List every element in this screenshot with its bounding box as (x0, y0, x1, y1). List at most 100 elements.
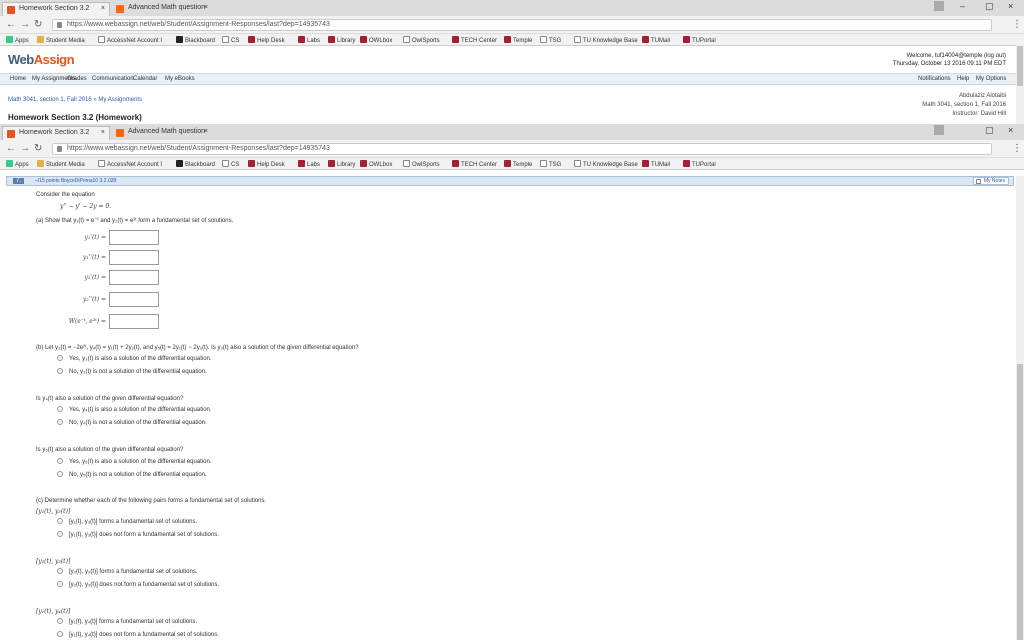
close-tab-icon[interactable]: × (101, 5, 105, 12)
menu-item-5[interactable]: My eBooks (165, 76, 195, 82)
bookmark-7[interactable]: Library (328, 36, 355, 44)
bookmark-5[interactable]: Help Desk (248, 160, 285, 168)
bookmark-11[interactable]: Temple (504, 36, 532, 44)
bookmark-11[interactable]: Temple (504, 160, 532, 168)
bookmark-7[interactable]: Library (328, 160, 355, 168)
radio-icon[interactable] (57, 518, 63, 524)
bookmark-12[interactable]: TSG (540, 36, 561, 44)
reload-icon[interactable]: ↻ (34, 19, 42, 30)
pair2-option-1[interactable]: [y₁(t), y₄(t)] does not form a fundament… (57, 631, 219, 638)
radio-icon[interactable] (57, 419, 63, 425)
pair0-option-1[interactable]: [y₁(t), y₃(t)] does not form a fundament… (57, 531, 219, 538)
profile-icon[interactable] (934, 125, 944, 135)
y4-option-0[interactable]: Yes, y₄(t) is also a solution of the dif… (57, 406, 212, 413)
bookmark-10[interactable]: TECH Center (452, 36, 497, 44)
pair0-option-0[interactable]: [y₁(t), y₃(t)] forms a fundamental set o… (57, 518, 197, 525)
radio-icon[interactable] (57, 458, 63, 464)
bookmark-9[interactable]: OwlSports (403, 36, 440, 44)
radio-icon[interactable] (57, 618, 63, 624)
menu-icon[interactable]: ⋮ (1012, 143, 1022, 154)
answer-input-2[interactable] (109, 270, 159, 285)
answer-input-4[interactable] (109, 314, 159, 329)
close-window-icon[interactable]: × (1008, 125, 1013, 135)
radio-icon[interactable] (57, 581, 63, 587)
my-notes-button[interactable]: My Notes (972, 177, 1009, 185)
address-bar[interactable]: https://www.webassign.net/web/Student/As… (52, 143, 992, 155)
reload-icon[interactable]: ↻ (34, 143, 42, 154)
pair1-option-1[interactable]: [y₂(t), y₃(t)] does not form a fundament… (57, 581, 219, 588)
bookmark-8[interactable]: OWLbox (360, 36, 392, 44)
answer-input-0[interactable] (109, 230, 159, 245)
bookmark-6[interactable]: Labs (298, 160, 320, 168)
address-bar[interactable]: https://www.webassign.net/web/Student/As… (52, 19, 992, 31)
welcome-line[interactable]: Welcome, tuf14004@temple (log out) (893, 52, 1006, 60)
menu-item-4[interactable]: Calendar (133, 76, 157, 82)
bookmark-5[interactable]: Help Desk (248, 36, 285, 44)
close-tab-icon[interactable]: × (204, 4, 208, 11)
bookmark-1[interactable]: Student Media (37, 36, 85, 44)
minimize-icon[interactable]: – (960, 1, 965, 11)
y5-option-0[interactable]: Yes, y₅(t) is also a solution of the dif… (57, 458, 212, 465)
bookmark-10[interactable]: TECH Center (452, 160, 497, 168)
maximize-icon[interactable]: ▢ (985, 125, 994, 136)
tab-homework[interactable]: Homework Section 3.2 × (2, 126, 110, 140)
bookmark-15[interactable]: TUPortal (683, 36, 716, 44)
bookmark-0[interactable]: Apps (6, 160, 29, 168)
back-icon[interactable]: ← (6, 143, 16, 154)
bookmark-3[interactable]: Blackboard (176, 160, 215, 168)
menu-right-item-1[interactable]: Help (957, 76, 969, 82)
forward-icon[interactable]: → (20, 19, 30, 30)
outer-scroll-thumb[interactable] (1017, 46, 1023, 86)
pair1-option-0[interactable]: [y₂(t), y₃(t)] forms a fundamental set o… (57, 568, 197, 575)
radio-icon[interactable] (57, 368, 63, 374)
y3-option-1[interactable]: No, y₃(t) is not a solution of the diffe… (57, 368, 207, 375)
breadcrumb-assignments[interactable]: My Assignments (98, 97, 142, 103)
bookmark-2[interactable]: AccessNet Account I (98, 36, 162, 44)
bookmark-13[interactable]: TU Knowledge Base (574, 160, 638, 168)
tab-advanced-math[interactable]: Advanced Math question × (112, 2, 212, 16)
menu-item-0[interactable]: Home (10, 76, 26, 82)
scroll-thumb[interactable] (1017, 364, 1023, 640)
bookmark-6[interactable]: Labs (298, 36, 320, 44)
bookmark-12[interactable]: TSG (540, 160, 561, 168)
profile-icon[interactable] (934, 1, 944, 11)
bookmark-14[interactable]: TUMail (642, 36, 670, 44)
bookmark-4[interactable]: CS (222, 160, 239, 168)
bookmark-13[interactable]: TU Knowledge Base (574, 36, 638, 44)
bookmark-3[interactable]: Blackboard (176, 36, 215, 44)
radio-icon[interactable] (57, 568, 63, 574)
tab-homework[interactable]: Homework Section 3.2 × (2, 2, 110, 16)
bookmark-0[interactable]: Apps (6, 36, 29, 44)
menu-item-3[interactable]: Communication (92, 76, 134, 82)
radio-icon[interactable] (57, 471, 63, 477)
y3-option-0[interactable]: Yes, y₃(t) is also a solution of the dif… (57, 355, 212, 362)
forward-icon[interactable]: → (20, 143, 30, 154)
menu-right-item-0[interactable]: Notifications (918, 76, 951, 82)
bookmark-14[interactable]: TUMail (642, 160, 670, 168)
bookmark-8[interactable]: OWLbox (360, 160, 392, 168)
y4-option-1[interactable]: No, y₄(t) is not a solution of the diffe… (57, 419, 207, 426)
bookmark-9[interactable]: OwlSports (403, 160, 440, 168)
bookmark-15[interactable]: TUPortal (683, 160, 716, 168)
tab-advanced-math[interactable]: Advanced Math question × (112, 126, 212, 140)
close-tab-icon[interactable]: × (204, 128, 208, 135)
close-tab-icon[interactable]: × (101, 129, 105, 136)
close-window-icon[interactable]: × (1008, 1, 1013, 11)
menu-right-item-2[interactable]: My Options (976, 76, 1006, 82)
bookmark-1[interactable]: Student Media (37, 160, 85, 168)
breadcrumb-course[interactable]: Math 3041, section 1, Fall 2016 (8, 97, 92, 103)
radio-icon[interactable] (57, 631, 63, 637)
menu-icon[interactable]: ⋮ (1012, 19, 1022, 30)
radio-icon[interactable] (57, 355, 63, 361)
back-icon[interactable]: ← (6, 19, 16, 30)
maximize-icon[interactable]: ▢ (985, 1, 994, 12)
bookmark-4[interactable]: CS (222, 36, 239, 44)
menu-item-2[interactable]: Grades (67, 76, 87, 82)
radio-icon[interactable] (57, 531, 63, 537)
answer-input-1[interactable] (109, 250, 159, 265)
pair2-option-0[interactable]: [y₁(t), y₄(t)] forms a fundamental set o… (57, 618, 197, 625)
radio-icon[interactable] (57, 406, 63, 412)
answer-input-3[interactable] (109, 292, 159, 307)
y5-option-1[interactable]: No, y₅(t) is not a solution of the diffe… (57, 471, 207, 478)
bookmark-2[interactable]: AccessNet Account I (98, 160, 162, 168)
